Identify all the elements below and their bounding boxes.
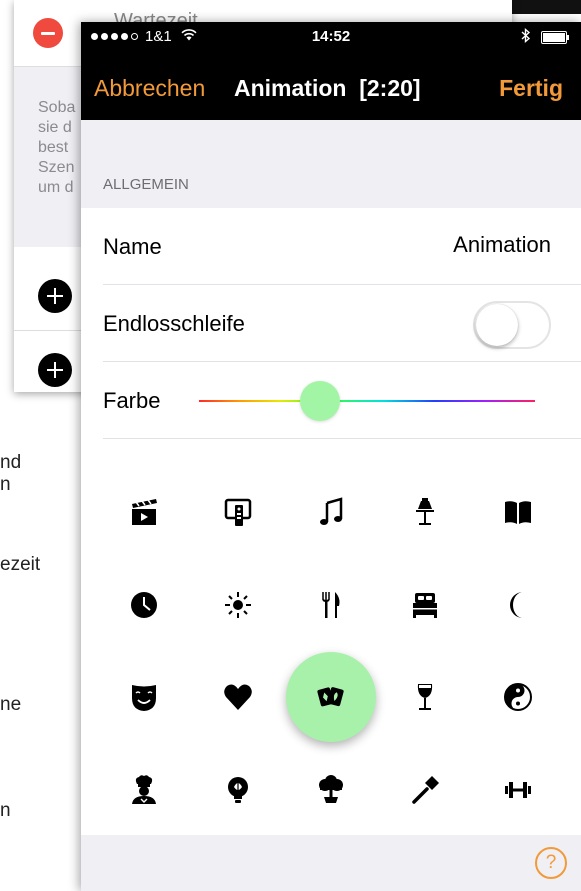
toggle-knob <box>476 304 518 346</box>
bottom-toolbar: ? <box>81 835 581 891</box>
info-line: Szen <box>38 159 75 176</box>
loop-row: Endlosschleife <box>81 285 581 362</box>
info-line: Soba <box>38 99 76 116</box>
background-text: n <box>0 800 11 821</box>
add-button[interactable] <box>38 353 72 387</box>
heart-icon[interactable] <box>193 652 283 742</box>
info-line: best <box>38 139 69 156</box>
book-icon[interactable] <box>473 467 563 557</box>
section-header: ALLGEMEIN <box>81 120 581 208</box>
hammer-icon[interactable] <box>380 745 470 835</box>
info-line: sie d <box>38 119 72 136</box>
background-text: ne <box>0 694 22 715</box>
help-button[interactable]: ? <box>535 847 567 879</box>
playing-cards-icon[interactable] <box>286 652 376 742</box>
sun-icon[interactable] <box>193 560 283 650</box>
desk-lamp-icon[interactable] <box>380 467 470 557</box>
dumbbell-icon[interactable] <box>473 745 563 835</box>
clock-icon[interactable] <box>99 560 189 650</box>
animation-editor-modal: 1&1 14:52 Abbrechen Animation [2:20] Fer… <box>81 22 581 891</box>
cancel-button[interactable]: Abbrechen <box>94 75 205 102</box>
fork-knife-icon[interactable] <box>286 560 376 650</box>
background-text: nd <box>0 452 22 473</box>
bluetooth-icon <box>521 27 531 47</box>
background-text: n <box>0 474 11 495</box>
moon-icon[interactable] <box>473 560 563 650</box>
music-note-icon[interactable] <box>286 467 376 557</box>
wine-glass-icon[interactable] <box>380 652 470 742</box>
color-row: Farbe <box>81 362 581 439</box>
background-window-edge <box>512 0 581 14</box>
theater-mask-icon[interactable] <box>99 652 189 742</box>
section-header-label: ALLGEMEIN <box>103 176 189 193</box>
battery-icon <box>541 31 569 44</box>
delete-button[interactable] <box>33 18 63 48</box>
done-button[interactable]: Fertig <box>499 75 563 102</box>
color-slider-track[interactable] <box>199 400 535 402</box>
lightbulb-icon[interactable] <box>193 745 283 835</box>
loop-toggle[interactable] <box>473 301 551 349</box>
add-button[interactable] <box>38 279 72 313</box>
bed-icon[interactable] <box>380 560 470 650</box>
navigation-bar: Abbrechen Animation [2:20] Fertig <box>81 53 581 120</box>
clapperboard-icon[interactable] <box>99 467 189 557</box>
tv-remote-icon[interactable] <box>193 467 283 557</box>
clock-time: 14:52 <box>311 28 351 45</box>
chef-icon[interactable] <box>99 745 189 835</box>
status-bar: 1&1 14:52 <box>81 22 581 53</box>
color-slider-thumb[interactable] <box>299 381 340 421</box>
page-title: Animation [2:20] <box>234 75 421 101</box>
tree-icon[interactable] <box>286 745 376 835</box>
loop-label: Endlosschleife <box>103 311 245 336</box>
yin-yang-icon[interactable] <box>473 652 563 742</box>
color-label: Farbe <box>103 388 161 413</box>
name-row[interactable]: Name Animation <box>81 208 581 285</box>
info-line: um d <box>38 179 74 196</box>
name-value[interactable]: Animation <box>453 232 551 258</box>
background-text: ezeit <box>0 554 41 575</box>
name-label: Name <box>103 234 162 259</box>
